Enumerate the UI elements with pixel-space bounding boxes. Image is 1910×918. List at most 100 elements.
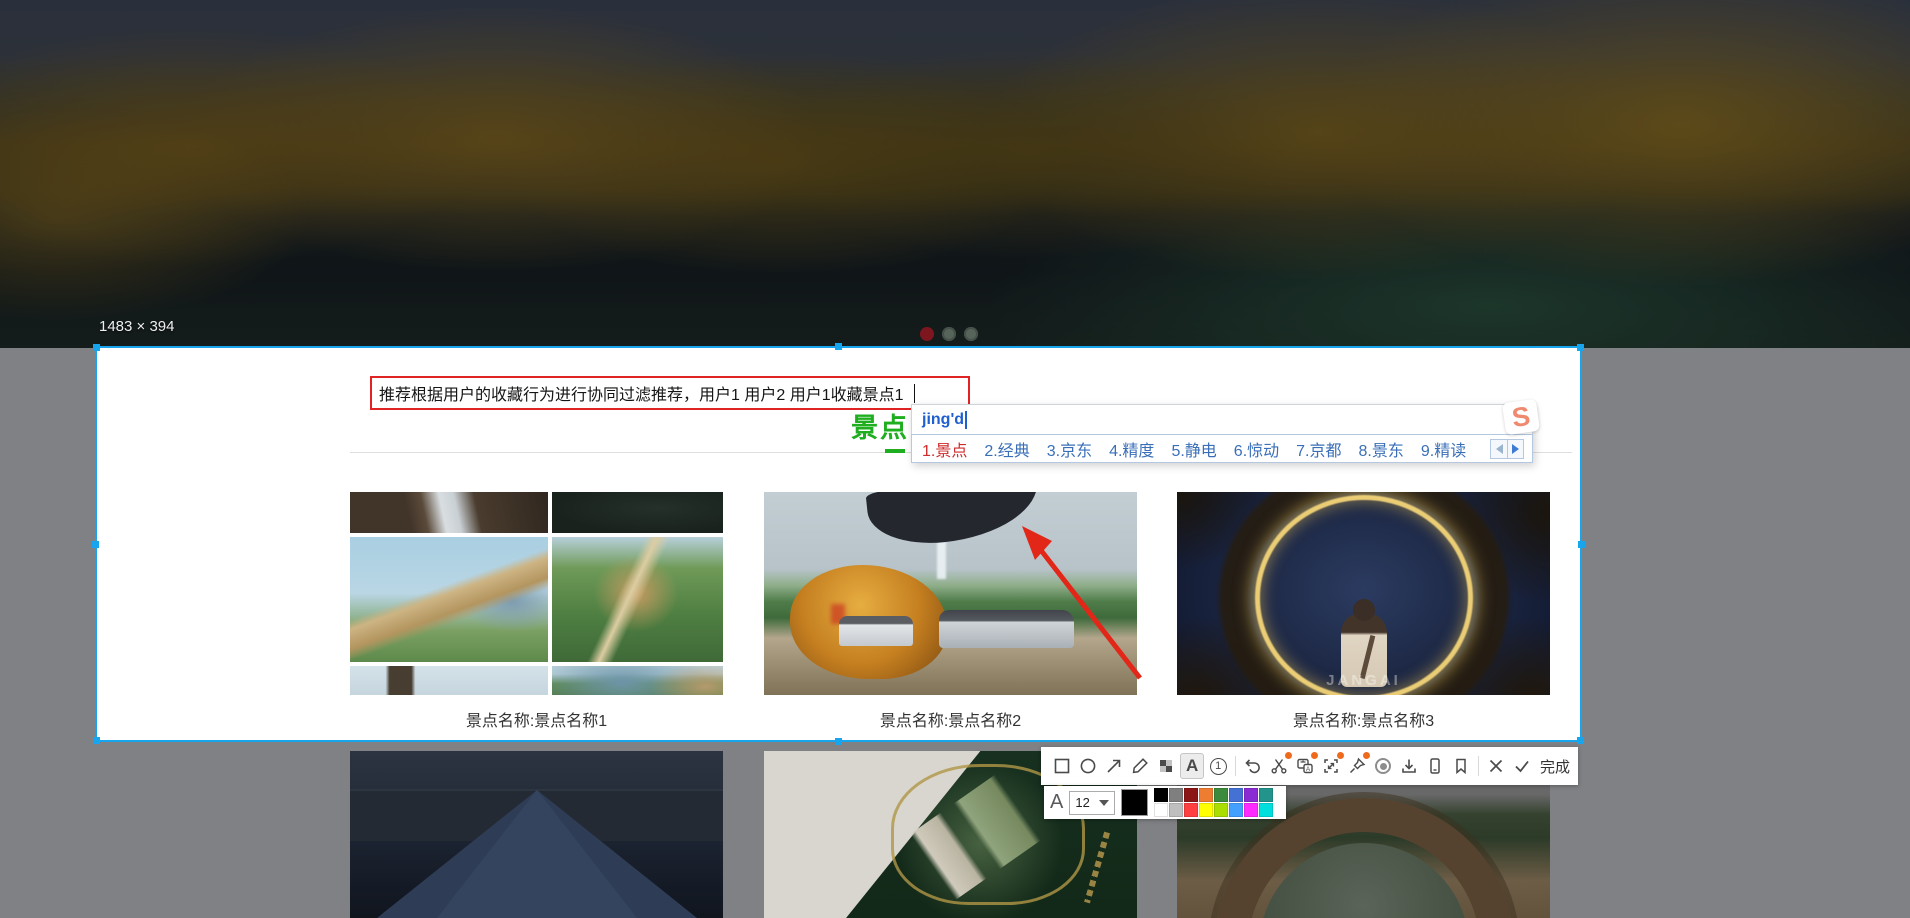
spot-photo-greatwall-collage[interactable] <box>350 492 723 695</box>
collage-tile <box>350 536 548 663</box>
color-swatch[interactable] <box>1199 803 1214 817</box>
spot-card-2[interactable]: 景点名称:景点名称2 <box>764 492 1137 731</box>
screenshot-toolbar[interactable]: A 1 A 完成 <box>1041 747 1578 785</box>
color-swatch[interactable] <box>1229 788 1244 802</box>
translate-icon[interactable]: A <box>1293 752 1319 779</box>
resize-handle-n[interactable] <box>835 343 842 350</box>
pin-icon[interactable] <box>1345 752 1371 779</box>
color-swatch[interactable] <box>1229 803 1244 817</box>
mosaic-tool-icon[interactable] <box>1154 753 1178 779</box>
color-swatch[interactable] <box>1214 788 1229 802</box>
photo-louvre-pyramid <box>350 751 723 918</box>
color-swatch[interactable] <box>1154 788 1169 802</box>
ime-pager[interactable] <box>1490 438 1524 459</box>
collage-tile <box>551 492 723 533</box>
resize-handle-e[interactable] <box>1578 541 1585 548</box>
color-swatch[interactable] <box>1214 803 1229 817</box>
notification-dot <box>1285 752 1293 759</box>
ime-candidate-7[interactable]: 7.京都 <box>1296 437 1341 461</box>
color-swatch[interactable] <box>1244 788 1259 802</box>
arrow-tool-icon[interactable] <box>1102 753 1126 779</box>
toolbar-separator <box>1478 756 1479 776</box>
pen-tool-icon[interactable] <box>1128 753 1152 779</box>
color-palette[interactable] <box>1154 788 1274 817</box>
collage-tile <box>551 536 723 663</box>
section-heading: 景点 <box>851 413 909 443</box>
parked-minivan <box>939 609 1074 649</box>
spot-card-3[interactable]: JANGAI 景点名称:景点名称3 <box>1177 492 1550 731</box>
screenshot-annotation-screen: { "selection": { "dimension_label": "148… <box>0 0 1910 918</box>
font-size-select[interactable]: 12 <box>1069 790 1116 815</box>
ime-composition-row[interactable]: jing'd <box>912 405 1532 434</box>
color-swatch[interactable] <box>1184 788 1199 802</box>
ime-page-next-icon[interactable] <box>1507 439 1523 458</box>
font-style-icon[interactable]: A <box>1050 791 1063 814</box>
color-swatch[interactable] <box>1259 788 1274 802</box>
color-swatch[interactable] <box>1199 788 1214 802</box>
selection-dimension-label: 1483 × 394 <box>99 318 175 335</box>
undo-icon[interactable] <box>1241 753 1265 779</box>
collage-tile <box>551 666 723 695</box>
download-icon[interactable] <box>1397 753 1421 779</box>
red-annotation-textbox[interactable]: 推荐根据用户的收藏行为进行协同过滤推荐，用户1 用户2 用户1收藏景点1 <box>370 376 970 410</box>
send-to-phone-icon[interactable] <box>1423 753 1447 779</box>
carousel-dots[interactable] <box>920 327 978 341</box>
notification-dot <box>1337 752 1345 759</box>
done-button[interactable]: 完成 <box>1540 756 1570 777</box>
color-swatch[interactable] <box>1184 803 1199 817</box>
resize-handle-se[interactable] <box>1577 737 1584 744</box>
annotation-text: 推荐根据用户的收藏行为进行协同过滤推荐，用户1 用户2 用户1收藏景点1 <box>379 387 904 404</box>
rectangle-tool-icon[interactable] <box>1050 753 1074 779</box>
ime-candidate-3[interactable]: 3.京东 <box>1047 437 1092 461</box>
spot-photo-teapot-fountain[interactable] <box>764 492 1137 695</box>
font-size-value: 12 <box>1075 795 1090 810</box>
spot-card-1[interactable]: 景点名称:景点名称1 <box>350 492 723 731</box>
spot-caption: 景点名称:景点名称1 <box>465 713 608 730</box>
ime-candidate-1[interactable]: 1.景点 <box>922 437 967 461</box>
confirm-check-icon[interactable] <box>1510 753 1534 779</box>
record-icon[interactable] <box>1371 753 1395 779</box>
ime-composition-text: jing'd <box>922 410 965 428</box>
heading-accent-underline <box>885 449 905 453</box>
floating-teapot <box>865 492 1043 550</box>
collage-tile <box>350 666 548 695</box>
ime-candidate-9[interactable]: 9.精读 <box>1421 437 1466 461</box>
ime-candidate-2[interactable]: 2.经典 <box>984 437 1029 461</box>
photo-watermark: JANGAI <box>1326 672 1401 689</box>
color-swatch[interactable] <box>1169 788 1184 802</box>
notification-dot <box>1311 752 1319 759</box>
spot-photo-night-light-ring[interactable]: JANGAI <box>1177 492 1550 695</box>
carousel-dot[interactable] <box>964 327 978 341</box>
ime-candidates-row[interactable]: 1.景点 2.经典 3.京东 4.精度 5.静电 6.惊动 7.京都 8.景东 … <box>911 434 1533 463</box>
ime-candidate-8[interactable]: 8.景东 <box>1359 437 1404 461</box>
resize-handle-sw[interactable] <box>93 737 100 744</box>
close-icon[interactable] <box>1484 753 1508 779</box>
ime-candidate-6[interactable]: 6.惊动 <box>1234 437 1279 461</box>
text-tool-icon[interactable]: A <box>1180 753 1205 779</box>
current-color-swatch[interactable] <box>1121 789 1149 816</box>
ime-caret <box>965 410 968 429</box>
ime-candidate-window[interactable]: jing'd 1.景点 2.经典 3.京东 4.精度 5.静电 6.惊动 7.京… <box>911 398 1541 463</box>
color-swatch[interactable] <box>1244 803 1259 817</box>
sogou-ime-logo-icon[interactable]: S <box>1501 398 1541 436</box>
color-swatch[interactable] <box>1259 803 1274 817</box>
ime-page-prev-icon[interactable] <box>1491 439 1507 458</box>
carousel-dot[interactable] <box>942 327 956 341</box>
color-swatch[interactable] <box>1154 803 1169 817</box>
hero-carousel-image: 1483 × 394 <box>0 0 1910 348</box>
notification-dot <box>1363 752 1371 759</box>
resize-handle-s[interactable] <box>835 738 842 745</box>
ime-candidate-5[interactable]: 5.静电 <box>1171 437 1216 461</box>
bookmark-icon[interactable] <box>1449 753 1473 779</box>
resize-handle-ne[interactable] <box>1577 344 1584 351</box>
ocr-scissors-icon[interactable] <box>1267 752 1293 779</box>
resize-handle-nw[interactable] <box>93 344 100 351</box>
extract-resize-icon[interactable] <box>1319 752 1345 779</box>
step-number-tool-icon[interactable]: 1 <box>1206 753 1230 779</box>
color-swatch[interactable] <box>1169 803 1184 817</box>
carousel-dot-active[interactable] <box>920 327 934 341</box>
ime-candidate-4[interactable]: 4.精度 <box>1109 437 1154 461</box>
text-tool-options-bar[interactable]: A 12 <box>1044 786 1286 819</box>
ellipse-tool-icon[interactable] <box>1076 753 1100 779</box>
resize-handle-w[interactable] <box>92 541 99 548</box>
